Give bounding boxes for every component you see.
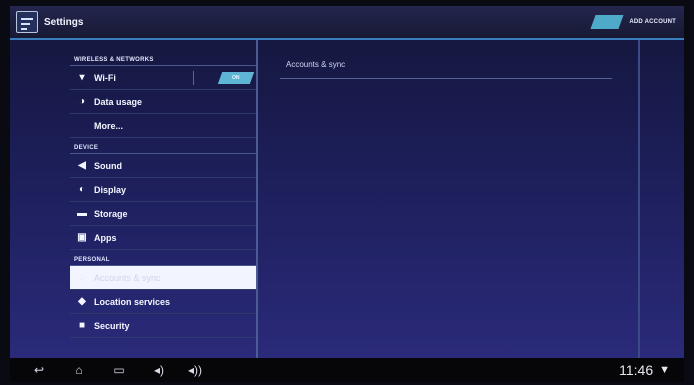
add-account-button[interactable]: ADD ACCOUNT <box>629 19 676 25</box>
system-nav-bar: ↩ ⌂ ▭ ◂) ◂)) 11:46 ▼ <box>10 358 684 382</box>
settings-item-apps[interactable]: ▣ Apps <box>70 226 258 250</box>
settings-item-label: More... <box>94 120 124 131</box>
storage-icon: ▬ <box>77 208 87 219</box>
settings-item-label: Wi-Fi <box>94 72 116 83</box>
status-clock: 11:46 <box>619 362 654 378</box>
data-usage-icon: ◑ <box>78 96 86 107</box>
sound-icon: ◀ <box>78 160 86 171</box>
wifi-status-icon: ▼ <box>659 364 670 376</box>
settings-item-storage[interactable]: ▬ Storage <box>70 202 258 226</box>
detail-divider <box>280 78 612 79</box>
lock-icon: ■ <box>78 320 86 331</box>
location-icon: ◆ <box>78 296 86 307</box>
settings-item-label: Storage <box>94 208 128 219</box>
settings-item-data-usage[interactable]: ◑ Data usage <box>70 90 258 114</box>
settings-item-location[interactable]: ◆ Location services <box>70 290 258 314</box>
settings-list: WIRELESS & NETWORKS ▾ Wi-Fi ON ◑ Data us… <box>70 50 258 358</box>
settings-item-label: Display <box>94 184 127 195</box>
detail-title: Accounts & sync <box>286 60 346 69</box>
settings-item-sound[interactable]: ◀ Sound <box>70 154 258 178</box>
wifi-toggle[interactable]: ON <box>217 72 255 84</box>
volume-down-icon[interactable]: ◂) <box>148 363 170 377</box>
app-title: Settings <box>44 16 84 28</box>
detail-panel: Accounts & sync <box>258 40 638 358</box>
edge-divider <box>638 40 640 358</box>
section-header-personal: PERSONAL <box>70 250 258 266</box>
settings-item-label: Location services <box>94 296 171 307</box>
volume-up-icon[interactable]: ◂)) <box>184 363 206 377</box>
action-chip-button[interactable] <box>590 15 624 29</box>
display-icon: ◐ <box>78 184 86 195</box>
settings-item-security[interactable]: ■ Security <box>70 314 258 338</box>
settings-item-more[interactable]: More... <box>70 114 258 138</box>
action-bar: Settings ADD ACCOUNT <box>10 6 684 40</box>
settings-item-display[interactable]: ◐ Display <box>70 178 258 202</box>
settings-item-label: Apps <box>94 232 117 243</box>
settings-item-wifi[interactable]: ▾ Wi-Fi ON <box>70 66 258 90</box>
accounts-icon: ◌ <box>79 272 85 283</box>
settings-icon[interactable] <box>16 11 38 33</box>
section-header-wireless: WIRELESS & NETWORKS <box>70 50 258 66</box>
settings-item-accounts[interactable]: ◌ Accounts & sync <box>70 266 258 290</box>
recent-apps-icon[interactable]: ▭ <box>108 363 130 377</box>
apps-icon: ▣ <box>77 232 87 243</box>
home-icon[interactable]: ⌂ <box>68 363 90 377</box>
section-header-device: DEVICE <box>70 138 258 154</box>
settings-item-label: Security <box>94 320 130 331</box>
settings-item-label: Accounts & sync <box>94 272 161 283</box>
settings-item-label: Sound <box>94 160 122 171</box>
wifi-icon: ▾ <box>79 72 85 83</box>
divider <box>193 71 194 85</box>
settings-item-label: Data usage <box>94 96 143 107</box>
back-icon[interactable]: ↩ <box>28 363 50 377</box>
settings-screen: Settings ADD ACCOUNT WIRELESS & NETWORKS… <box>10 6 684 358</box>
